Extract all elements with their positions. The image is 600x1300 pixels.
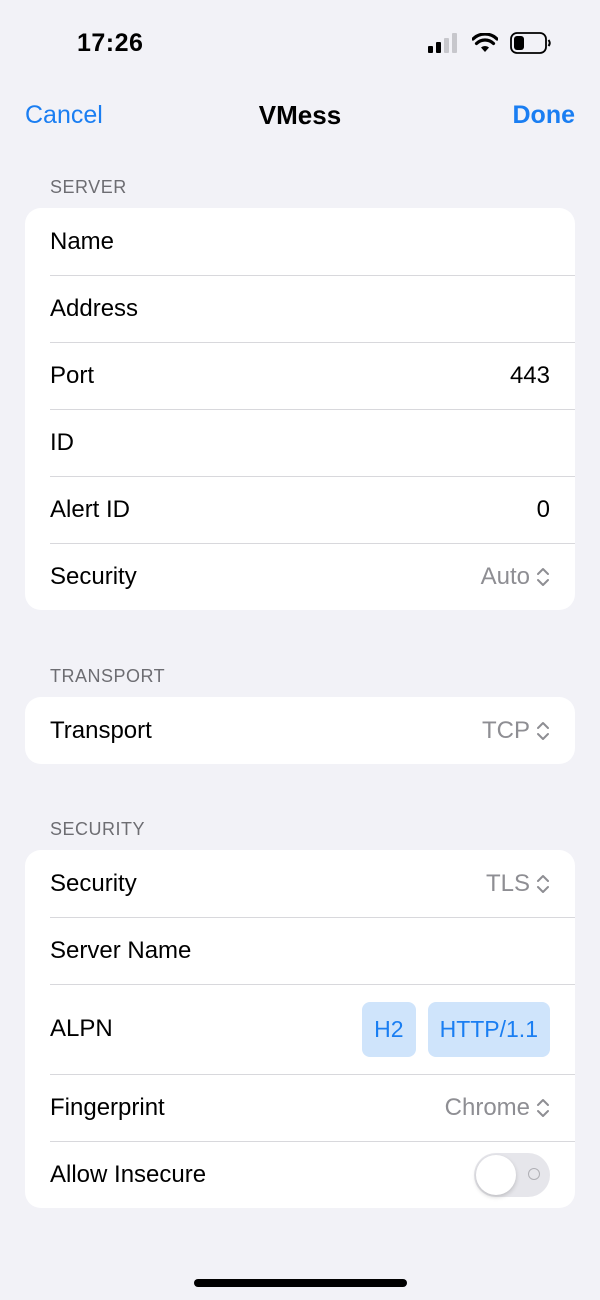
chevron-up-down-icon [537, 1098, 549, 1117]
transport-label: Transport [50, 716, 152, 744]
wifi-icon [472, 33, 498, 52]
address-row[interactable]: Address [25, 275, 575, 342]
port-value[interactable]: 443 [510, 362, 550, 390]
status-time: 17:26 [77, 29, 144, 57]
server-security-picker[interactable]: Auto [481, 563, 550, 591]
server-name-label: Server Name [50, 936, 192, 964]
fingerprint-label: Fingerprint [50, 1093, 165, 1121]
address-label: Address [50, 294, 139, 322]
server-name-row[interactable]: Server Name [25, 917, 575, 984]
fingerprint-picker[interactable]: Chrome [445, 1094, 550, 1122]
id-row[interactable]: ID [25, 409, 575, 476]
toggle-off-indicator-icon [528, 1167, 540, 1180]
server-card: Name Address Port 443 ID Alert ID 0 Secu… [25, 208, 575, 610]
name-row[interactable]: Name [25, 208, 575, 275]
fingerprint-row[interactable]: Fingerprint Chrome [25, 1074, 575, 1141]
alpn-chip-http11[interactable]: HTTP/1.1 [427, 1001, 550, 1057]
done-button[interactable]: Done [513, 101, 576, 130]
section-header-server: SERVER [50, 177, 127, 197]
transport-card: Transport TCP [25, 697, 575, 764]
status-icons [428, 32, 552, 54]
nav-bar: Cancel VMess Done [0, 90, 600, 144]
battery-icon [510, 32, 551, 54]
page-title: VMess [258, 100, 342, 130]
chevron-up-down-icon [537, 874, 549, 893]
tls-security-label: Security [50, 869, 137, 897]
alpn-label: ALPN [50, 1015, 113, 1042]
id-label: ID [50, 428, 74, 456]
alpn-options: H2 HTTP/1.1 [362, 1001, 550, 1057]
alert-id-row[interactable]: Alert ID 0 [25, 476, 575, 543]
allow-insecure-row: Allow Insecure [25, 1141, 575, 1208]
security-card: Security TLS Server Name ALPN H2 HTTP/1.… [25, 850, 575, 1208]
alert-id-label: Alert ID [50, 495, 131, 523]
chevron-up-down-icon [537, 721, 549, 740]
fingerprint-value: Chrome [444, 1093, 530, 1121]
chevron-up-down-icon [537, 567, 549, 586]
alpn-chip-h2[interactable]: H2 [362, 1001, 416, 1057]
transport-picker[interactable]: TCP [482, 717, 550, 745]
tls-security-row[interactable]: Security TLS [25, 850, 575, 917]
home-indicator[interactable] [194, 1279, 407, 1287]
toggle-knob [476, 1154, 516, 1195]
allow-insecure-label: Allow Insecure [50, 1160, 207, 1188]
status-bar: 17:26 [0, 0, 600, 90]
section-header-transport: TRANSPORT [50, 666, 166, 686]
transport-value: TCP [482, 716, 530, 744]
alert-id-value[interactable]: 0 [537, 496, 550, 524]
tls-security-picker[interactable]: TLS [486, 870, 550, 898]
signal-icon [428, 33, 457, 53]
alpn-row: ALPN H2 HTTP/1.1 [25, 984, 575, 1074]
server-security-label: Security [50, 562, 137, 590]
server-security-value: Auto [480, 562, 530, 590]
name-label: Name [50, 227, 115, 255]
section-header-security: SECURITY [50, 819, 146, 839]
port-label: Port [50, 361, 95, 389]
allow-insecure-toggle[interactable] [474, 1152, 550, 1197]
tls-security-value: TLS [485, 869, 530, 897]
server-security-row[interactable]: Security Auto [25, 543, 575, 610]
transport-row[interactable]: Transport TCP [25, 697, 575, 764]
port-row[interactable]: Port 443 [25, 342, 575, 409]
